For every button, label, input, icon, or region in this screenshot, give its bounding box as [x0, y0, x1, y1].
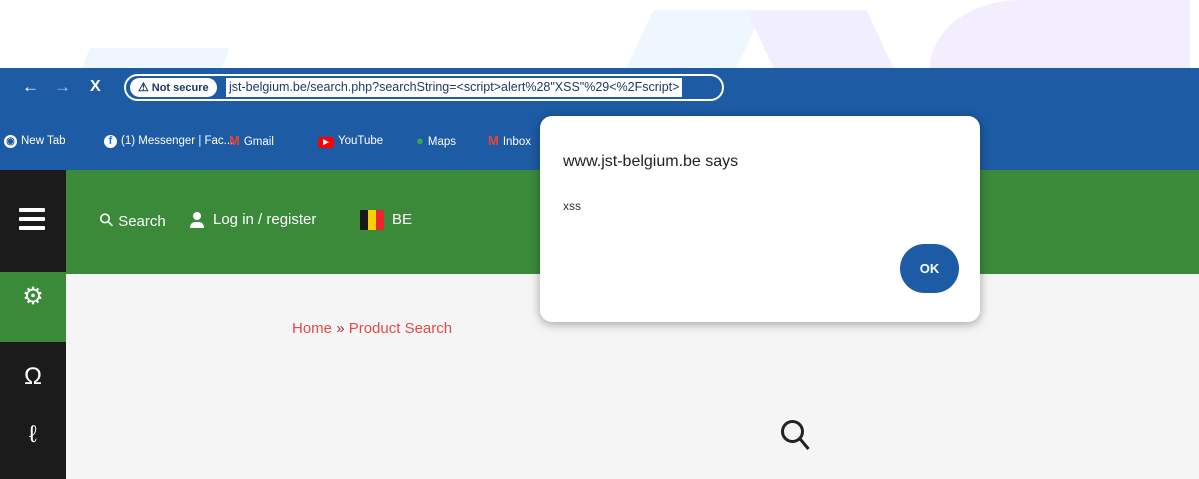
- url-text[interactable]: jst-belgium.be/search.php?searchString=<…: [226, 78, 683, 97]
- maps-pin-icon: ●: [416, 133, 424, 148]
- watermark-shape: [82, 48, 230, 68]
- sidebar-item-plug[interactable]: ⚙: [0, 272, 66, 342]
- bookmark-maps[interactable]: ● Maps: [416, 133, 456, 150]
- plug-icon: ⚙: [22, 283, 44, 310]
- back-arrow-icon[interactable]: ←: [22, 77, 39, 97]
- country-selector[interactable]: BE: [360, 210, 413, 231]
- not-secure-badge[interactable]: ⚠ Not secure: [130, 78, 217, 97]
- not-secure-label: Not secure: [151, 82, 209, 94]
- breadcrumb-home[interactable]: Home: [292, 320, 332, 337]
- belgium-flag-icon: [360, 210, 384, 231]
- forward-arrow-icon[interactable]: →: [54, 77, 71, 97]
- sidebar: ⚙ Ω ℓ: [0, 170, 66, 479]
- headphones-icon: Ω: [24, 363, 42, 390]
- breadcrumb: Home » Product Search: [292, 320, 452, 337]
- search-icon[interactable]: [781, 420, 811, 460]
- warning-icon: ⚠: [138, 80, 149, 94]
- dialog-title: www.jst-belgium.be says: [563, 153, 739, 170]
- facebook-icon: f: [104, 135, 117, 148]
- header-search-link[interactable]: ⚲Search: [95, 208, 166, 232]
- ok-button[interactable]: OK: [900, 244, 959, 293]
- bookmark-label: (1) Messenger | Fac...: [121, 135, 234, 147]
- bookmark-label: New Tab: [21, 135, 66, 147]
- watermark-shape: [930, 0, 1190, 68]
- search-icon: ⚲: [94, 208, 119, 232]
- sidebar-item-cable[interactable]: ℓ: [0, 420, 66, 450]
- bookmark-youtube[interactable]: ▶ YouTube: [318, 133, 383, 149]
- cable-icon: ℓ: [29, 421, 37, 448]
- alert-dialog: www.jst-belgium.be says xss OK: [540, 116, 980, 322]
- globe-icon: ◉: [4, 135, 17, 148]
- bookmark-label: Inbox: [502, 136, 531, 148]
- youtube-icon: ▶: [318, 137, 334, 148]
- breadcrumb-current: Product Search: [348, 320, 453, 337]
- hamburger-menu-icon[interactable]: [19, 208, 45, 230]
- close-icon[interactable]: X: [90, 77, 101, 97]
- bookmark-label: Gmail: [243, 136, 274, 148]
- watermark-shape: [746, 10, 894, 68]
- login-label: Log in / register: [213, 211, 317, 228]
- sidebar-item-headphones[interactable]: Ω: [0, 362, 66, 392]
- bookmark-new-tab[interactable]: ◉ New Tab: [4, 133, 66, 149]
- watermark-shape: [626, 10, 764, 68]
- bookmark-label: YouTube: [338, 135, 384, 147]
- header-login-link[interactable]: Log in / register: [190, 210, 316, 230]
- dialog-message: xss: [563, 199, 581, 213]
- omnibox[interactable]: ⚠ Not secure jst-belgium.be/search.php?se…: [124, 74, 724, 101]
- browser-address-bar: ← → X ⚠ Not secure jst-belgium.be/search.…: [0, 68, 1199, 108]
- bookmark-inbox[interactable]: M Inbox: [488, 133, 531, 150]
- breadcrumb-separator: »: [336, 320, 345, 337]
- bookmark-messenger[interactable]: f (1) Messenger | Fac...: [104, 133, 233, 149]
- gmail-icon: M: [488, 133, 499, 148]
- search-label: Search: [118, 213, 166, 230]
- user-icon: [190, 211, 204, 229]
- gmail-icon: M: [229, 133, 240, 148]
- bookmark-gmail[interactable]: M Gmail: [229, 133, 274, 150]
- bookmark-label: Maps: [427, 136, 456, 148]
- country-label: BE: [392, 211, 413, 228]
